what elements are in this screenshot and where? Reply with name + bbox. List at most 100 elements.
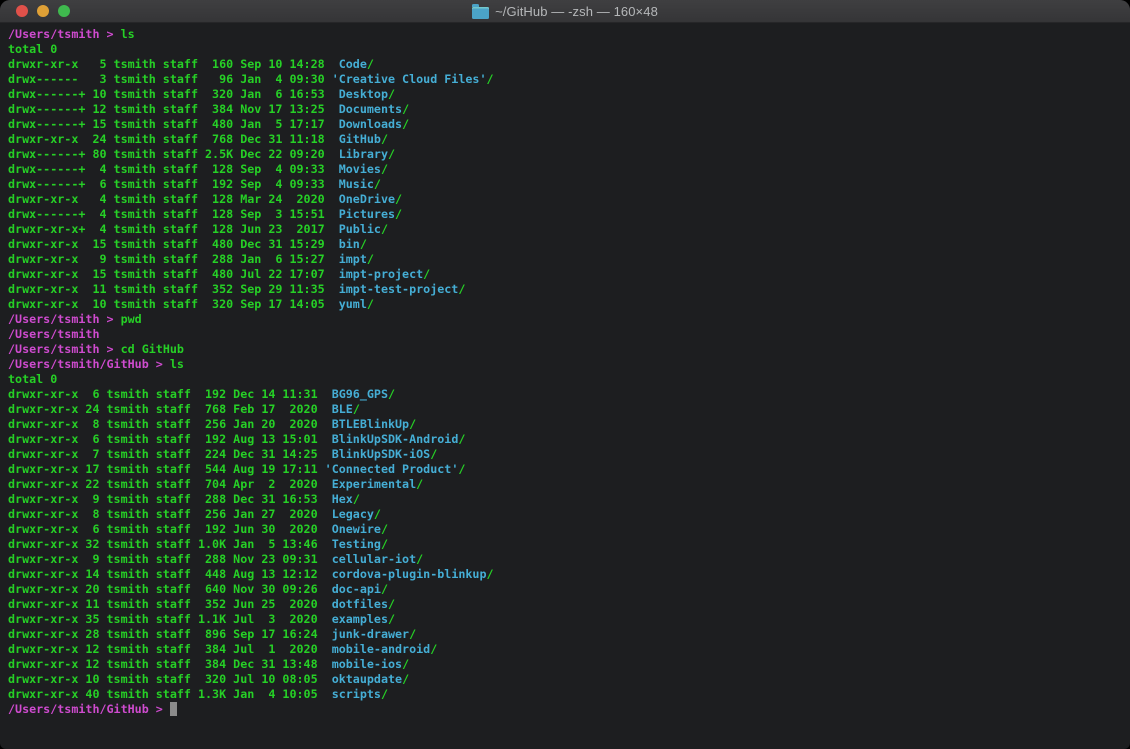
terminal-line: drwxr-xr-x 14 tsmith staff 448 Aug 13 12… — [8, 567, 1130, 582]
prompt: /Users/tsmith/GitHub > — [8, 702, 170, 716]
type-indicator: / — [458, 282, 465, 296]
dir-name: BlinkUpSDK-iOS — [325, 447, 431, 461]
command: pwd — [121, 312, 142, 326]
file-details: drwxr-xr-x 4 tsmith staff 128 Mar 24 202… — [8, 192, 332, 206]
file-details: drwx------+ 80 tsmith staff 2.5K Dec 22 … — [8, 147, 332, 161]
file-details: drwxr-xr-x 12 tsmith staff 384 Dec 31 13… — [8, 657, 325, 671]
terminal-line: drwxr-xr-x 8 tsmith staff 256 Jan 20 202… — [8, 417, 1130, 432]
dir-name: junk-drawer — [325, 627, 409, 641]
file-details: drwx------+ 6 tsmith staff 192 Sep 4 09:… — [8, 177, 332, 191]
file-details: drwxr-xr-x 28 tsmith staff 896 Sep 17 16… — [8, 627, 325, 641]
dir-name: cellular-iot — [325, 552, 416, 566]
type-indicator: / — [360, 237, 367, 251]
file-details: drwxr-xr-x 8 tsmith staff 256 Jan 27 202… — [8, 507, 325, 521]
terminal-line: drwxr-xr-x 32 tsmith staff 1.0K Jan 5 13… — [8, 537, 1130, 552]
file-details: drwxr-xr-x 12 tsmith staff 384 Jul 1 202… — [8, 642, 325, 656]
minimize-button[interactable] — [37, 5, 49, 17]
dir-name: examples — [325, 612, 388, 626]
folder-icon — [472, 7, 489, 19]
command: ls — [121, 27, 135, 41]
file-details: drwx------+ 4 tsmith staff 128 Sep 4 09:… — [8, 162, 332, 176]
dir-name: Code — [332, 57, 367, 71]
file-details: drwxr-xr-x 11 tsmith staff 352 Sep 29 11… — [8, 282, 332, 296]
terminal-line: drwxr-xr-x 6 tsmith staff 192 Aug 13 15:… — [8, 432, 1130, 447]
dir-name: GitHub — [332, 132, 381, 146]
dir-name: Public — [332, 222, 381, 236]
terminal-line: drwxr-xr-x 6 tsmith staff 192 Jun 30 202… — [8, 522, 1130, 537]
file-details: drwxr-xr-x 24 tsmith staff 768 Dec 31 11… — [8, 132, 332, 146]
type-indicator: / — [374, 177, 381, 191]
file-details: drwxr-xr-x 6 tsmith staff 192 Jun 30 202… — [8, 522, 325, 536]
dir-name: 'Connected Product' — [325, 462, 459, 476]
type-indicator: / — [416, 552, 423, 566]
terminal-line: drwxr-xr-x 15 tsmith staff 480 Jul 22 17… — [8, 267, 1130, 282]
terminal-line: drwxr-xr-x 9 tsmith staff 288 Dec 31 16:… — [8, 492, 1130, 507]
dir-name: mobile-ios — [325, 657, 402, 671]
terminal-line: drwxr-xr-x 17 tsmith staff 544 Aug 19 17… — [8, 462, 1130, 477]
file-details: drwxr-xr-x 32 tsmith staff 1.0K Jan 5 13… — [8, 537, 325, 551]
terminal-line: drwx------ 3 tsmith staff 96 Jan 4 09:30… — [8, 72, 1130, 87]
file-details: drwxr-xr-x 40 tsmith staff 1.3K Jan 4 10… — [8, 687, 325, 701]
dir-name: BTLEBlinkUp — [325, 417, 409, 431]
type-indicator: / — [367, 252, 374, 266]
file-details: drwxr-xr-x 5 tsmith staff 160 Sep 10 14:… — [8, 57, 332, 71]
file-details: drwxr-xr-x 15 tsmith staff 480 Jul 22 17… — [8, 267, 332, 281]
file-details: drwxr-xr-x 15 tsmith staff 480 Dec 31 15… — [8, 237, 332, 251]
terminal-line: drwx------+ 12 tsmith staff 384 Nov 17 1… — [8, 102, 1130, 117]
terminal-line: drwx------+ 4 tsmith staff 128 Sep 4 09:… — [8, 162, 1130, 177]
type-indicator: / — [367, 297, 374, 311]
type-indicator: / — [388, 387, 395, 401]
type-indicator: / — [458, 432, 465, 446]
type-indicator: / — [430, 447, 437, 461]
dir-name: oktaupdate — [325, 672, 402, 686]
dir-name: Movies — [332, 162, 381, 176]
type-indicator: / — [381, 687, 388, 701]
titlebar[interactable]: ~/GitHub — -zsh — 160×48 — [0, 0, 1130, 23]
cursor — [170, 702, 177, 716]
dir-name: impt-project — [332, 267, 423, 281]
prompt: /Users/tsmith/GitHub > — [8, 357, 170, 371]
close-button[interactable] — [16, 5, 28, 17]
command: ls — [170, 357, 184, 371]
terminal-line: drwx------+ 15 tsmith staff 480 Jan 5 17… — [8, 117, 1130, 132]
traffic-lights — [16, 0, 70, 22]
terminal-line: drwxr-xr-x 11 tsmith staff 352 Sep 29 11… — [8, 282, 1130, 297]
terminal-line: drwxr-xr-x 9 tsmith staff 288 Jan 6 15:2… — [8, 252, 1130, 267]
terminal-line: drwxr-xr-x 10 tsmith staff 320 Sep 17 14… — [8, 297, 1130, 312]
dir-name: Testing — [325, 537, 381, 551]
type-indicator: / — [388, 87, 395, 101]
terminal-line: drwx------+ 80 tsmith staff 2.5K Dec 22 … — [8, 147, 1130, 162]
dir-name: Library — [332, 147, 388, 161]
dir-name: doc-api — [325, 582, 381, 596]
dir-name: BG96_GPS — [325, 387, 388, 401]
dir-name: dotfiles — [325, 597, 388, 611]
terminal-line: drwxr-xr-x 35 tsmith staff 1.1K Jul 3 20… — [8, 612, 1130, 627]
ls-total: total 0 — [8, 372, 57, 386]
dir-name: scripts — [325, 687, 381, 701]
file-details: drwxr-xr-x 9 tsmith staff 288 Jan 6 15:2… — [8, 252, 332, 266]
type-indicator: / — [388, 147, 395, 161]
dir-name: Hex — [325, 492, 353, 506]
prompt: /Users/tsmith > — [8, 312, 121, 326]
type-indicator: / — [395, 192, 402, 206]
type-indicator: / — [353, 492, 360, 506]
type-indicator: / — [402, 657, 409, 671]
type-indicator: / — [381, 537, 388, 551]
file-details: drwxr-xr-x 9 tsmith staff 288 Nov 23 09:… — [8, 552, 325, 566]
terminal-screen[interactable]: /Users/tsmith > lstotal 0drwxr-xr-x 5 ts… — [0, 23, 1130, 749]
zoom-button[interactable] — [58, 5, 70, 17]
type-indicator: / — [381, 582, 388, 596]
file-details: drwxr-xr-x 7 tsmith staff 224 Dec 31 14:… — [8, 447, 325, 461]
type-indicator: / — [381, 522, 388, 536]
file-details: drwxr-xr-x 10 tsmith staff 320 Jul 10 08… — [8, 672, 325, 686]
file-details: drwxr-xr-x 20 tsmith staff 640 Nov 30 09… — [8, 582, 325, 596]
file-details: drwx------+ 10 tsmith staff 320 Jan 6 16… — [8, 87, 332, 101]
type-indicator: / — [430, 642, 437, 656]
dir-name: Pictures — [332, 207, 395, 221]
ls-total: total 0 — [8, 42, 57, 56]
dir-name: Downloads — [332, 117, 402, 131]
terminal-line: drwxr-xr-x 22 tsmith staff 704 Apr 2 202… — [8, 477, 1130, 492]
terminal-line: drwxr-xr-x 8 tsmith staff 256 Jan 27 202… — [8, 507, 1130, 522]
terminal-line: drwxr-xr-x 24 tsmith staff 768 Feb 17 20… — [8, 402, 1130, 417]
file-details: drwxr-xr-x 17 tsmith staff 544 Aug 19 17… — [8, 462, 325, 476]
